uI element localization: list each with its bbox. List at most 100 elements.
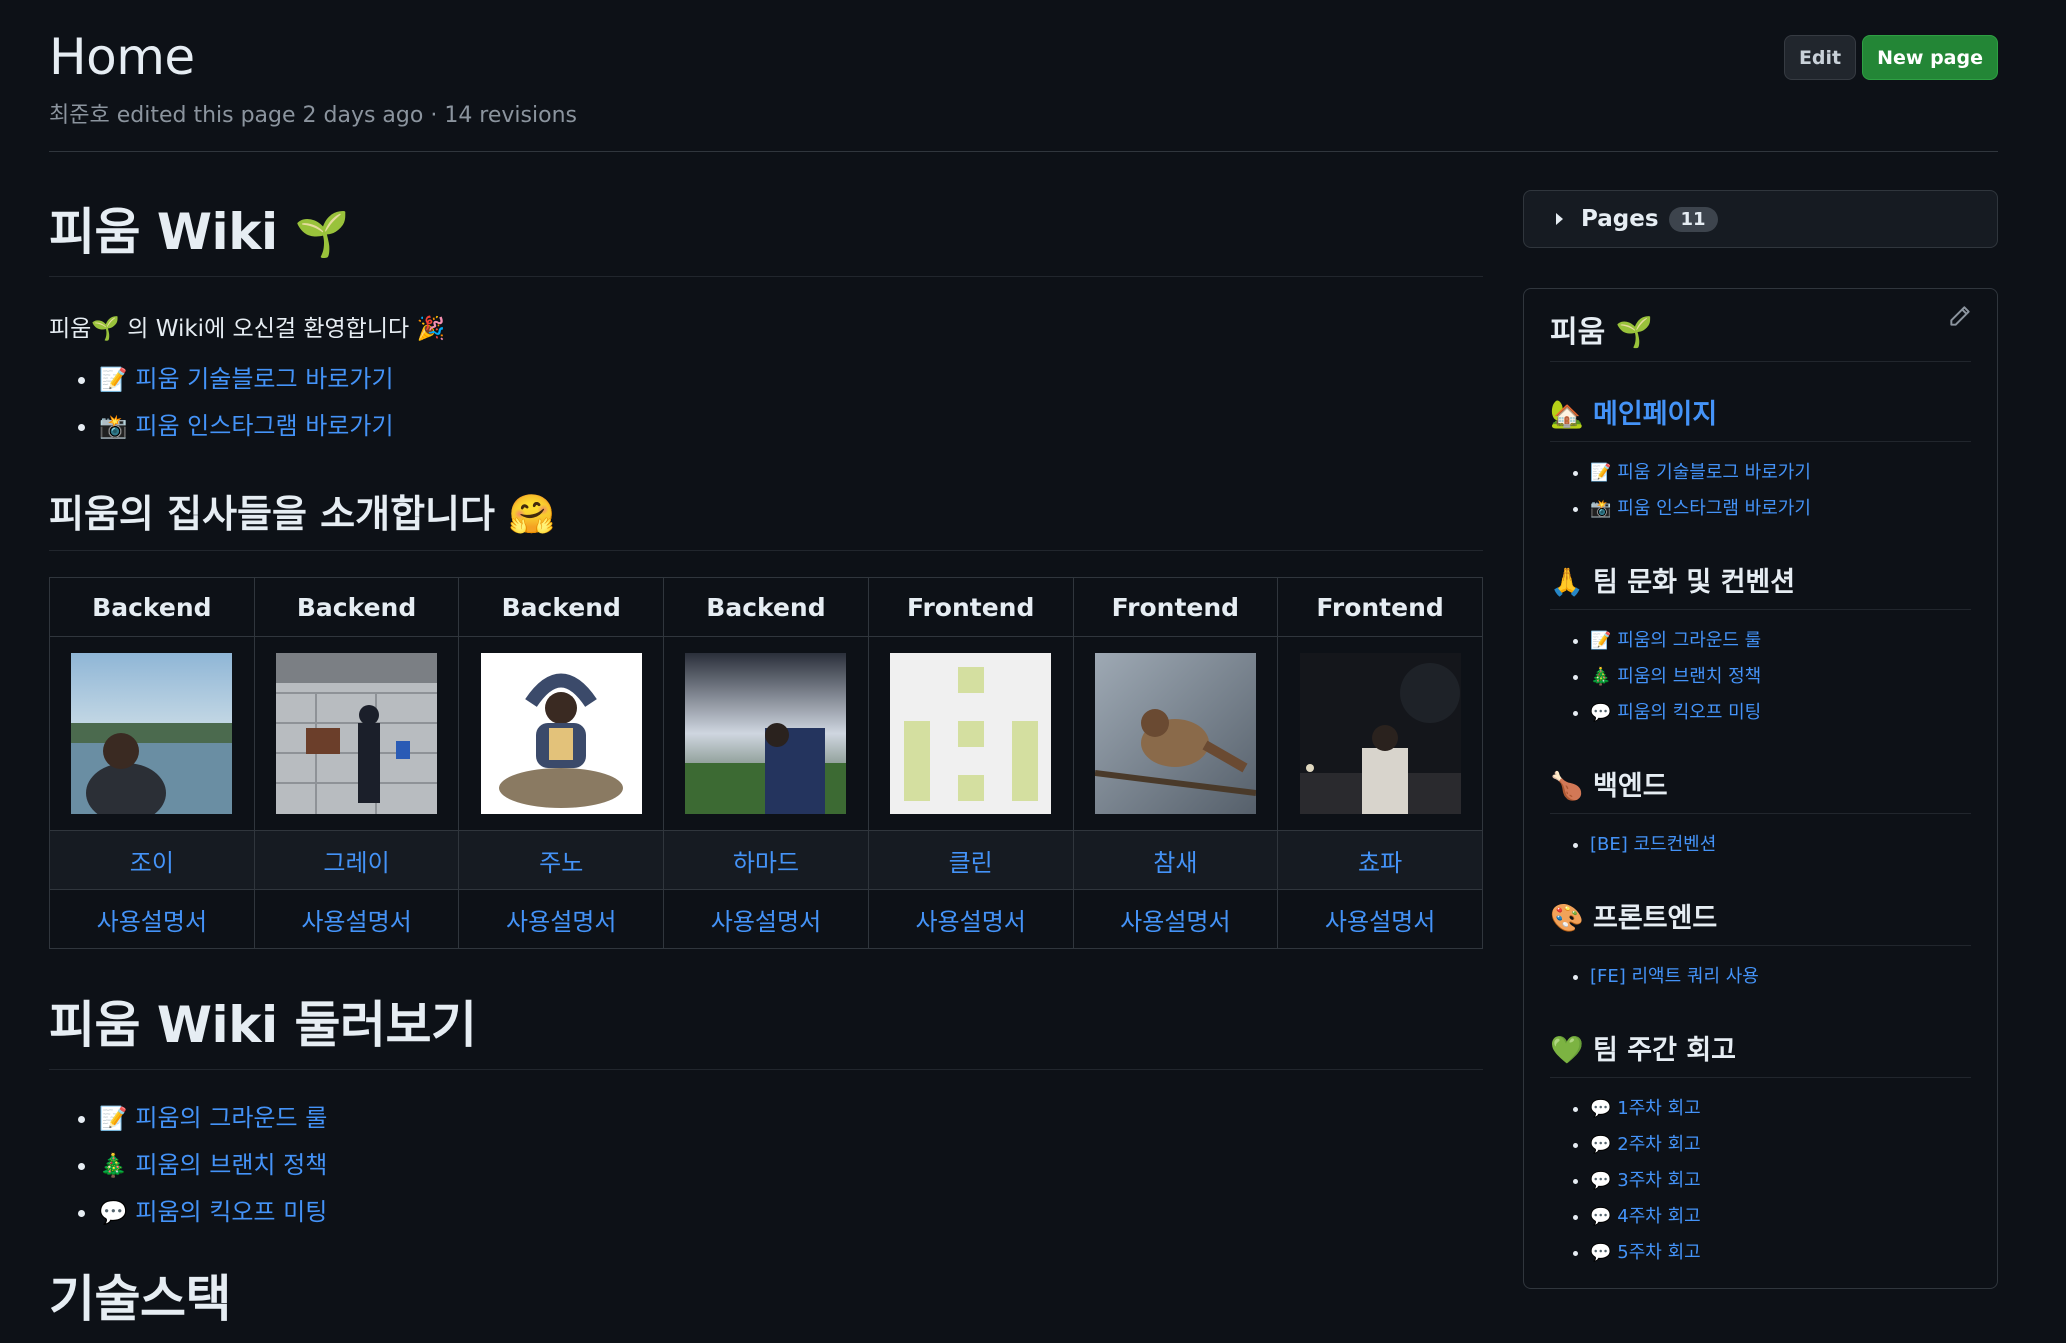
- backend-heading: 🍗 백엔드: [1550, 734, 1971, 814]
- list-item: 🎄피움의 브랜치 정책: [99, 1145, 1483, 1180]
- member-name-link[interactable]: 클린: [949, 849, 993, 877]
- new-page-button[interactable]: New page: [1862, 35, 1998, 80]
- retro-week-3-link[interactable]: 3주차 회고: [1617, 1170, 1700, 1191]
- backend-links: [BE] 코드컨벤션: [1550, 830, 1971, 856]
- fe-react-query-link[interactable]: [FE] 리액트 쿼리 사용: [1590, 966, 1759, 987]
- instagram-link[interactable]: 피움 인스타그램 바로가기: [135, 412, 393, 440]
- memo-icon: 📝: [99, 1106, 128, 1132]
- culture-heading: 🙏 팀 문화 및 컨벤션: [1550, 530, 1971, 610]
- role-header: Backend: [458, 577, 665, 637]
- main-page-link[interactable]: 🏡 메인페이지: [1550, 362, 1971, 442]
- sidebar-title: 피움 🌱: [1550, 299, 1971, 362]
- member-guide-link[interactable]: 사용설명서: [915, 908, 1025, 936]
- member-name-link[interactable]: 하마드: [733, 849, 799, 877]
- ground-rule-link[interactable]: 피움의 그라운드 룰: [135, 1104, 327, 1132]
- memo-icon: 📝: [99, 367, 128, 393]
- member-guide-link[interactable]: 사용설명서: [1120, 908, 1230, 936]
- member-name-link[interactable]: 조이: [130, 849, 174, 877]
- speech-bubble-icon: 💬: [1590, 1099, 1612, 1119]
- sidebar-branch-policy-link[interactable]: 피움의 브랜치 정책: [1617, 666, 1761, 687]
- list-item: 💬1주차 회고: [1590, 1094, 1971, 1120]
- pages-label: Pages: [1581, 206, 1659, 232]
- memo-icon: 📝: [1590, 463, 1612, 483]
- list-item: [BE] 코드컨벤션: [1590, 830, 1971, 856]
- retro-week-1-link[interactable]: 1주차 회고: [1617, 1098, 1700, 1119]
- role-header: Frontend: [1072, 577, 1279, 637]
- list-item: [FE] 리액트 쿼리 사용: [1590, 962, 1971, 988]
- branch-policy-link[interactable]: 피움의 브랜치 정책: [135, 1151, 327, 1179]
- table-row: 사용설명서 사용설명서 사용설명서 사용설명서 사용설명서 사용설명서 사용설명…: [49, 889, 1483, 949]
- member-guide-link[interactable]: 사용설명서: [711, 908, 821, 936]
- member-guide-link[interactable]: 사용설명서: [1325, 908, 1435, 936]
- sidebar-instagram-link[interactable]: 피움 인스타그램 바로가기: [1617, 498, 1811, 519]
- role-header: Frontend: [1277, 577, 1483, 637]
- profile-photo[interactable]: [480, 653, 642, 814]
- photo-cell: [1277, 636, 1483, 831]
- list-item: 💬3주차 회고: [1590, 1166, 1971, 1192]
- retro-week-4-link[interactable]: 4주차 회고: [1617, 1206, 1700, 1227]
- list-item: 💬4주차 회고: [1590, 1202, 1971, 1228]
- member-guide-link[interactable]: 사용설명서: [506, 908, 616, 936]
- sidebar-ground-rule-link[interactable]: 피움의 그라운드 룰: [1617, 630, 1761, 651]
- caret-right-icon: [1556, 213, 1563, 225]
- wiki-content: 피움 Wiki 🌱 피움🌱 의 Wiki에 오신걸 환영합니다 🎉 📝 피움 기술…: [49, 152, 1483, 1343]
- member-guide-link[interactable]: 사용설명서: [301, 908, 411, 936]
- profile-photo[interactable]: [1299, 653, 1461, 814]
- list-item: 💬2주차 회고: [1590, 1130, 1971, 1156]
- member-name-link[interactable]: 그레이: [323, 849, 389, 877]
- member-name-link[interactable]: 쵸파: [1358, 849, 1402, 877]
- table-row: Backend Backend Backend Backend Frontend…: [49, 577, 1483, 637]
- culture-links: 📝피움의 그라운드 룰 🎄피움의 브랜치 정책 💬피움의 킥오프 미팅: [1550, 626, 1971, 724]
- profile-photo[interactable]: [71, 653, 233, 814]
- main-links: 📝피움 기술블로그 바로가기 📸피움 인스타그램 바로가기: [1550, 458, 1971, 520]
- photo-cell: [253, 636, 460, 831]
- tech-blog-link[interactable]: 피움 기술블로그 바로가기: [135, 365, 393, 393]
- speech-bubble-icon: 💬: [1590, 1207, 1612, 1227]
- tour-heading: 피움 Wiki 둘러보기: [49, 949, 1483, 1070]
- edit-button[interactable]: Edit: [1783, 35, 1857, 80]
- list-item: 🎄피움의 브랜치 정책: [1590, 662, 1971, 688]
- pages-toggle[interactable]: Pages 11: [1523, 190, 1998, 248]
- crew-table: Backend Backend Backend Backend Frontend…: [49, 577, 1483, 949]
- photo-cell: [1072, 636, 1279, 831]
- speech-bubble-icon: 💬: [1590, 1135, 1612, 1155]
- pages-count-badge: 11: [1668, 206, 1718, 232]
- list-item: 📸 피움 인스타그램 바로가기: [99, 406, 1483, 441]
- profile-photo[interactable]: [685, 653, 847, 814]
- role-header: Backend: [253, 577, 460, 637]
- list-item: 📝 피움 기술블로그 바로가기: [99, 359, 1483, 394]
- intro-heading: 피움의 집사들을 소개합니다 🤗: [49, 453, 1483, 551]
- member-name-link[interactable]: 주노: [539, 849, 583, 877]
- kickoff-meeting-link[interactable]: 피움의 킥오프 미팅: [135, 1198, 327, 1226]
- list-item: 💬5주차 회고: [1590, 1238, 1971, 1264]
- tree-icon: 🎄: [1590, 667, 1612, 687]
- custom-sidebar: 피움 🌱 🏡 메인페이지 📝피움 기술블로그 바로가기 📸피움 인스타그램 바로…: [1523, 288, 1998, 1289]
- speech-bubble-icon: 💬: [1590, 1171, 1612, 1191]
- list-item: 💬 피움의 킥오프 미팅: [99, 1192, 1483, 1227]
- be-convention-link[interactable]: [BE] 코드컨벤션: [1590, 834, 1716, 855]
- pencil-icon[interactable]: [1947, 303, 1973, 329]
- member-name-link[interactable]: 참새: [1153, 849, 1197, 877]
- camera-icon: 📸: [99, 414, 128, 440]
- profile-photo[interactable]: [890, 653, 1052, 814]
- intro-links: 📝 피움 기술블로그 바로가기 📸 피움 인스타그램 바로가기: [49, 359, 1483, 441]
- retro-week-5-link[interactable]: 5주차 회고: [1617, 1242, 1700, 1263]
- seedling-icon: 🌱: [294, 209, 350, 260]
- camera-icon: 📸: [1590, 499, 1612, 519]
- retro-week-2-link[interactable]: 2주차 회고: [1617, 1134, 1700, 1155]
- speech-bubble-icon: 💬: [1590, 1243, 1612, 1263]
- page-header: Home 최준호 edited this page 2 days ago · 1…: [49, 0, 1998, 152]
- sidebar-kickoff-link[interactable]: 피움의 킥오프 미팅: [1617, 702, 1761, 723]
- profile-photo[interactable]: [1094, 653, 1256, 814]
- wiki-heading-text: 피움 Wiki: [49, 203, 278, 261]
- retro-links: 💬1주차 회고 💬2주차 회고 💬3주차 회고 💬4주차 회고 💬5주차 회고: [1550, 1094, 1971, 1264]
- role-header: Backend: [49, 577, 255, 637]
- member-guide-link[interactable]: 사용설명서: [97, 908, 207, 936]
- profile-photo[interactable]: [276, 653, 438, 814]
- memo-icon: 📝: [1590, 631, 1612, 651]
- sidebar-tech-blog-link[interactable]: 피움 기술블로그 바로가기: [1617, 462, 1811, 483]
- list-item: 📝 피움의 그라운드 룰: [99, 1098, 1483, 1133]
- page-revision-meta[interactable]: 최준호 edited this page 2 days ago · 14 rev…: [49, 97, 577, 129]
- welcome-text: 피움🌱 의 Wiki에 오신걸 환영합니다 🎉: [49, 316, 446, 342]
- list-item: 📝피움 기술블로그 바로가기: [1590, 458, 1971, 484]
